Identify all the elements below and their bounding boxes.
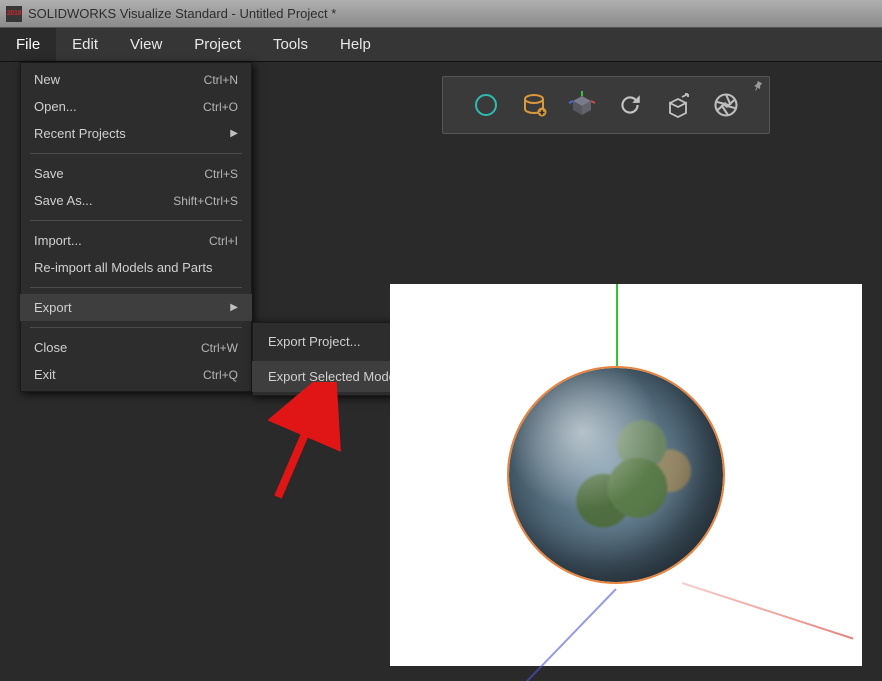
menu-file-new[interactable]: New Ctrl+N bbox=[20, 66, 252, 93]
selection-outline bbox=[507, 366, 725, 584]
selected-object-globe[interactable] bbox=[509, 368, 723, 582]
separator bbox=[30, 153, 242, 154]
shortcut: Ctrl+I bbox=[209, 234, 238, 248]
app-icon: 2018 bbox=[6, 6, 22, 22]
label: Save bbox=[34, 166, 64, 181]
file-dropdown: New Ctrl+N Open... Ctrl+O Recent Project… bbox=[20, 62, 252, 392]
label: Export bbox=[34, 300, 72, 315]
menu-file-recent-projects[interactable]: Recent Projects ▶ bbox=[20, 120, 252, 147]
shortcut: Ctrl+S bbox=[204, 167, 238, 181]
axis-z-icon bbox=[525, 588, 617, 681]
menu-project[interactable]: Project bbox=[178, 28, 257, 61]
label: Exit bbox=[34, 367, 56, 382]
label: Open... bbox=[34, 99, 77, 114]
menu-help[interactable]: Help bbox=[324, 28, 387, 61]
refresh-icon[interactable] bbox=[613, 88, 647, 122]
viewport-3d[interactable] bbox=[390, 284, 862, 666]
menu-edit[interactable]: Edit bbox=[56, 28, 114, 61]
shortcut: Shift+Ctrl+S bbox=[173, 194, 238, 208]
shortcut: Ctrl+O bbox=[203, 100, 238, 114]
shortcut: Ctrl+Q bbox=[203, 368, 238, 382]
menu-view[interactable]: View bbox=[114, 28, 178, 61]
pin-icon[interactable] bbox=[749, 78, 767, 98]
label: Export Project... bbox=[268, 334, 360, 349]
menu-tools[interactable]: Tools bbox=[257, 28, 324, 61]
menu-file-exit[interactable]: Exit Ctrl+Q bbox=[20, 361, 252, 388]
submenu-arrow-icon: ▶ bbox=[230, 128, 238, 139]
menu-file-import[interactable]: Import... Ctrl+I bbox=[20, 227, 252, 254]
cube-gizmo-icon[interactable] bbox=[565, 88, 599, 122]
label: Recent Projects bbox=[34, 126, 126, 141]
label: New bbox=[34, 72, 60, 87]
database-icon[interactable] bbox=[517, 88, 551, 122]
separator bbox=[30, 220, 242, 221]
shortcut: Ctrl+W bbox=[201, 341, 238, 355]
annotation-arrow-icon bbox=[268, 382, 348, 502]
menu-file[interactable]: File bbox=[0, 28, 56, 61]
separator bbox=[30, 287, 242, 288]
shortcut: Ctrl+N bbox=[204, 73, 238, 87]
select-sphere-icon[interactable] bbox=[469, 88, 503, 122]
label: Save As... bbox=[34, 193, 93, 208]
separator bbox=[30, 327, 242, 328]
label: Re-import all Models and Parts bbox=[34, 260, 212, 275]
title-bar: 2018 SOLIDWORKS Visualize Standard - Unt… bbox=[0, 0, 882, 28]
window-title: SOLIDWORKS Visualize Standard - Untitled… bbox=[28, 6, 336, 21]
main-toolbar bbox=[442, 76, 770, 134]
label: Import... bbox=[34, 233, 82, 248]
menu-file-save-as[interactable]: Save As... Shift+Ctrl+S bbox=[20, 187, 252, 214]
menu-file-open[interactable]: Open... Ctrl+O bbox=[20, 93, 252, 120]
menu-file-close[interactable]: Close Ctrl+W bbox=[20, 334, 252, 361]
menu-bar: File Edit View Project Tools Help bbox=[0, 28, 882, 62]
menu-file-save[interactable]: Save Ctrl+S bbox=[20, 160, 252, 187]
menu-file-export[interactable]: Export ▶ bbox=[20, 294, 252, 321]
label: Close bbox=[34, 340, 67, 355]
axis-x-icon bbox=[682, 582, 854, 640]
workspace: New Ctrl+N Open... Ctrl+O Recent Project… bbox=[0, 62, 882, 681]
aperture-icon[interactable] bbox=[709, 88, 743, 122]
submenu-arrow-icon: ▶ bbox=[230, 302, 238, 313]
menu-file-reimport[interactable]: Re-import all Models and Parts bbox=[20, 254, 252, 281]
open-box-icon[interactable] bbox=[661, 88, 695, 122]
